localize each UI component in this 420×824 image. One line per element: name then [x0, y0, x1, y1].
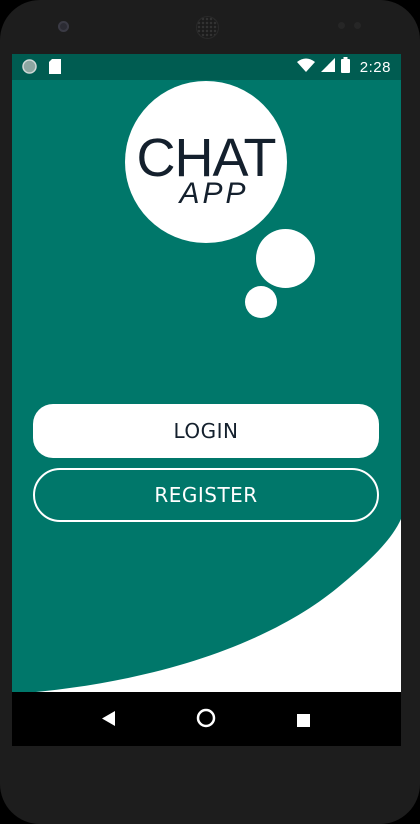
login-button[interactable]: LOGIN — [33, 404, 379, 458]
home-circle-icon[interactable] — [196, 708, 216, 732]
proximity-sensor — [338, 22, 345, 29]
battery-icon — [340, 57, 350, 77]
recents-square-icon[interactable] — [297, 712, 310, 731]
sd-card-icon — [49, 59, 61, 78]
logo-bubble: CHAT APP — [125, 81, 287, 243]
light-sensor — [354, 22, 361, 29]
status-bar: 2:28 — [12, 54, 401, 80]
navigation-bar — [12, 692, 401, 746]
front-camera — [58, 21, 69, 32]
earpiece-speaker — [196, 16, 219, 39]
thought-bubble-medium — [256, 229, 315, 288]
app-screen: 2:28 CHAT APP LOGIN REGISTER — [12, 54, 401, 746]
thought-bubble-small — [245, 286, 277, 318]
logo-text-app: APP — [179, 177, 249, 210]
back-triangle-icon[interactable] — [102, 711, 116, 730]
circle-status-icon — [22, 59, 37, 78]
wifi-icon — [296, 58, 315, 76]
clock-time: 2:28 — [359, 58, 391, 76]
cell-signal-icon — [320, 58, 335, 76]
phone-frame: 2:28 CHAT APP LOGIN REGISTER — [0, 0, 420, 824]
register-button[interactable]: REGISTER — [33, 468, 379, 522]
